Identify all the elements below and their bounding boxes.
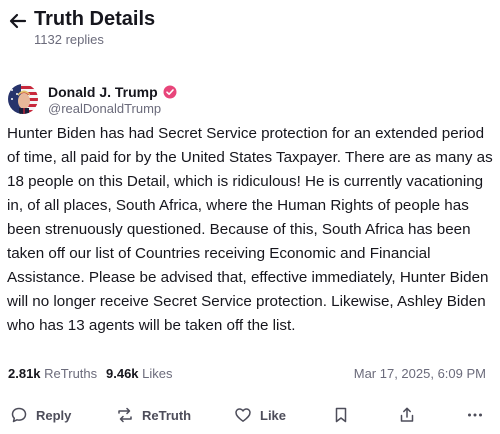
reply-button[interactable]: Reply — [10, 400, 71, 430]
retruth-label: ReTruth — [142, 407, 192, 423]
author-handle[interactable]: @realDonaldTrump — [48, 101, 161, 116]
retruths-stat[interactable]: 2.81k ReTruths — [8, 366, 97, 381]
more-options-button[interactable] — [466, 400, 484, 430]
bookmark-button[interactable] — [332, 400, 350, 430]
likes-stat[interactable]: 9.46k Likes — [106, 366, 173, 381]
retruths-label: ReTruths — [44, 366, 98, 381]
post-stats: 2.81k ReTruths 9.46k Likes Mar 17, 2025,… — [8, 366, 492, 384]
likes-count: 9.46k — [106, 366, 139, 381]
more-dots-icon — [468, 413, 482, 417]
post-timestamp: Mar 17, 2025, 6:09 PM — [353, 366, 486, 381]
author-name[interactable]: Donald J. Trump — [48, 84, 158, 100]
bookmark-icon — [335, 407, 347, 423]
action-bar: Reply ReTruth Like — [0, 400, 500, 434]
share-upload-icon — [400, 407, 414, 422]
share-button[interactable] — [398, 400, 416, 430]
page-title: Truth Details — [34, 8, 156, 30]
arrow-left-icon — [9, 13, 27, 29]
like-label: Like — [260, 407, 287, 423]
post-author: Donald J. Trump @realDonaldTrump — [8, 84, 488, 118]
heart-icon — [235, 408, 251, 422]
reply-bubble-icon — [11, 407, 27, 423]
avatar-flag-icon — [8, 84, 38, 114]
retruths-count: 2.81k — [8, 366, 41, 381]
avatar[interactable] — [8, 84, 38, 114]
like-button[interactable]: Like — [234, 400, 286, 430]
back-button[interactable] — [8, 11, 28, 31]
retruth-arrows-icon — [118, 407, 132, 423]
verified-badge-icon — [163, 85, 177, 99]
reply-label: Reply — [36, 407, 72, 423]
retruth-button[interactable]: ReTruth — [116, 400, 191, 430]
post-body: Hunter Biden has had Secret Service prot… — [7, 125, 493, 334]
replies-count: 1132 replies — [34, 32, 104, 47]
likes-label: Likes — [142, 366, 173, 381]
